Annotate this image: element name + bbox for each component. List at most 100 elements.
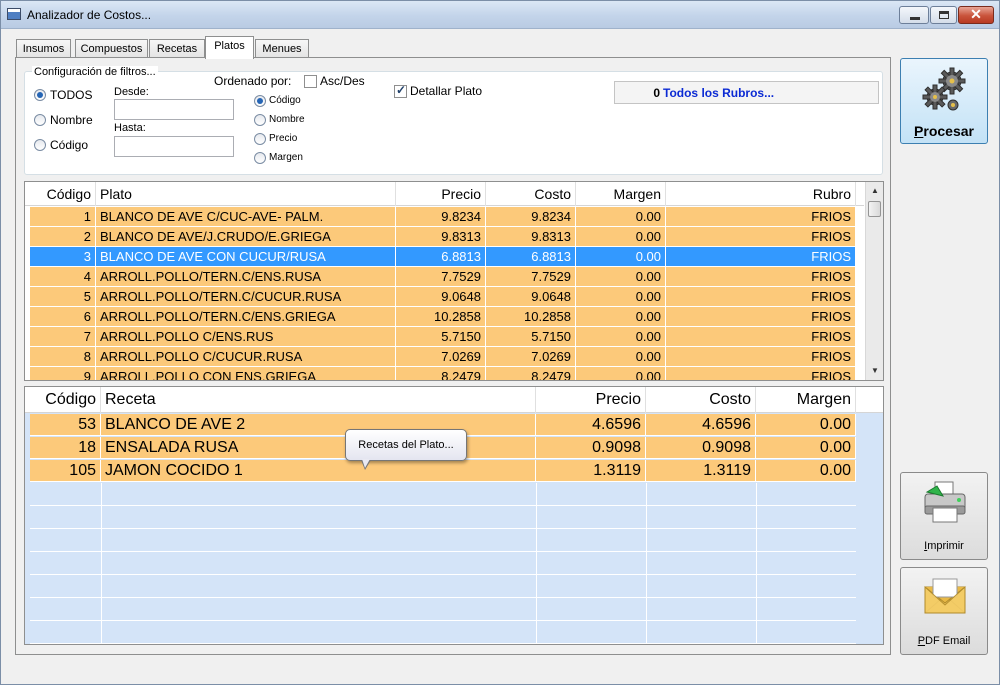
cell-rubro: FRIOS [666,267,856,287]
procesar-button[interactable]: Procesar [900,58,988,144]
cell-precio: 9.8313 [396,227,486,247]
cell-costo: 0.9098 [646,437,756,459]
table-row[interactable]: 1 BLANCO DE AVE C/CUC-AVE- PALM. 9.8234 9.8… [30,207,856,227]
tab-insumos[interactable]: Insumos [16,39,71,58]
filter-nombre-radio[interactable] [34,114,46,126]
col-header-codigo[interactable]: Código [30,182,96,206]
table-row[interactable]: 4 ARROLL.POLLO/TERN.C/ENS.RUSA 7.7529 7.752… [30,267,856,287]
col-header-margen[interactable]: Margen [576,182,666,206]
cell-costo: 8.2479 [486,367,576,380]
detallar-plato-checkbox[interactable] [394,83,407,98]
platos-grid[interactable]: Código Plato Precio Costo Margen Rubro 1… [24,181,884,381]
asc-des-label: Asc/Des [320,74,365,88]
table-row[interactable]: 7 ARROLL.POLLO C/ENS.RUS 5.7150 5.7150 0.00 F… [30,327,856,347]
rubros-count: 0 [653,86,660,100]
grid-line [756,552,757,575]
cell-margen: 0.00 [576,267,666,287]
cell-codigo: 2 [30,227,96,247]
col-header-plato[interactable]: Plato [96,182,396,206]
empty-row [30,529,856,552]
tab-recetas[interactable]: Recetas [149,39,205,58]
table-row[interactable]: 5 ARROLL.POLLO/TERN.C/CUCUR.RUSA 9.0648 9.0… [30,287,856,307]
grid-line [646,598,647,621]
cell-margen: 0.00 [756,414,856,436]
cell-rubro: FRIOS [666,247,856,267]
order-precio-radio[interactable] [254,133,266,145]
grid-line [101,552,102,575]
asc-des-checkbox[interactable] [304,75,317,88]
tab-platos[interactable]: Platos [205,36,254,59]
pdf-email-button[interactable]: PDF Email [900,567,988,655]
table-row[interactable]: 2 BLANCO DE AVE/J.CRUDO/E.GRIEGA 9.8313 9.8… [30,227,856,247]
cell-costo: 9.0648 [486,287,576,307]
cell-codigo: 5 [30,287,96,307]
cell-codigo: 7 [30,327,96,347]
cell-plato: ARROLL.POLLO/TERN.C/CUCUR.RUSA [96,287,396,307]
minimize-icon [910,17,920,20]
table-row[interactable]: 105 JAMON COCIDO 1 1.3119 1.3119 0.00 [30,460,856,482]
detallar-plato-label: Detallar Plato [410,84,483,98]
col-header-costo[interactable]: Costo [646,387,756,413]
cell-precio: 4.6596 [536,414,646,436]
filter-codigo-label: Código [50,138,89,152]
cell-codigo: 3 [30,247,96,267]
scroll-down-arrow-icon[interactable]: ▼ [866,362,883,380]
cell-codigo: 9 [30,367,96,380]
maximize-button[interactable] [930,6,957,24]
col-header-rubro[interactable]: Rubro [666,182,856,206]
table-row[interactable]: 3 BLANCO DE AVE CON CUCUR/RUSA 6.8813 6.881… [30,247,856,267]
cell-precio: 6.8813 [396,247,486,267]
grid-line [536,506,537,529]
cell-precio: 10.2858 [396,307,486,327]
cell-margen: 0.00 [576,347,666,367]
filter-todos-radio[interactable] [34,89,46,101]
recetas-grid[interactable]: Código Receta Precio Costo Margen 53 BLAN… [24,386,884,645]
table-row[interactable]: 9 ARROLL.POLLO CON ENS.GRIEGA 8.2479 8.2479… [30,367,856,380]
grid-line [646,552,647,575]
order-margen-radio[interactable] [254,152,266,164]
table-row[interactable]: 8 ARROLL.POLLO C/CUCUR.RUSA 7.0269 7.0269 0.… [30,347,856,367]
order-precio-label: Precio [269,133,298,144]
tab-menues[interactable]: Menues [255,39,309,58]
col-header-precio[interactable]: Precio [396,182,486,206]
order-codigo-radio[interactable] [254,95,266,107]
grid-line [536,598,537,621]
platos-grid-header: Código Plato Precio Costo Margen Rubro [25,182,864,206]
col-header-margen[interactable]: Margen [756,387,856,413]
desde-field[interactable] [114,99,234,120]
order-nombre-radio[interactable] [254,114,266,126]
col-header-codigo[interactable]: Código [30,387,101,413]
cell-margen: 0.00 [576,327,666,347]
grid-line [101,598,102,621]
col-header-precio[interactable]: Precio [536,387,646,413]
grid-line [101,483,102,506]
cell-rubro: FRIOS [666,307,856,327]
rubros-selector[interactable]: 0 Todos los Rubros... [614,81,879,104]
title-bar[interactable]: Analizador de Costos... ✕ [1,1,999,29]
cell-costo: 9.8313 [486,227,576,247]
col-header-costo[interactable]: Costo [486,182,576,206]
col-header-receta[interactable]: Receta [101,387,536,413]
platos-scrollbar[interactable]: ▲ ▼ [865,182,883,380]
cell-margen: 0.00 [576,247,666,267]
order-by-label: Ordenado por: [214,74,292,88]
email-envelope-icon [924,578,966,614]
grid-line [536,529,537,552]
imprimir-button[interactable]: Imprimir [900,472,988,560]
grid-line [756,506,757,529]
cell-margen: 0.00 [576,367,666,380]
scroll-up-arrow-icon[interactable]: ▲ [866,182,883,200]
scroll-thumb[interactable] [868,201,881,217]
cell-precio: 9.8234 [396,207,486,227]
minimize-button[interactable] [899,6,929,24]
grid-line [536,644,537,645]
empty-row [30,644,856,645]
empty-row [30,483,856,506]
filter-codigo-radio[interactable] [34,139,46,151]
hasta-field[interactable] [114,136,234,157]
tab-compuestos[interactable]: Compuestos [75,39,148,58]
grid-line [101,621,102,644]
cell-rubro: FRIOS [666,287,856,307]
table-row[interactable]: 6 ARROLL.POLLO/TERN.C/ENS.GRIEGA 10.2858 10… [30,307,856,327]
close-button[interactable]: ✕ [958,6,994,24]
